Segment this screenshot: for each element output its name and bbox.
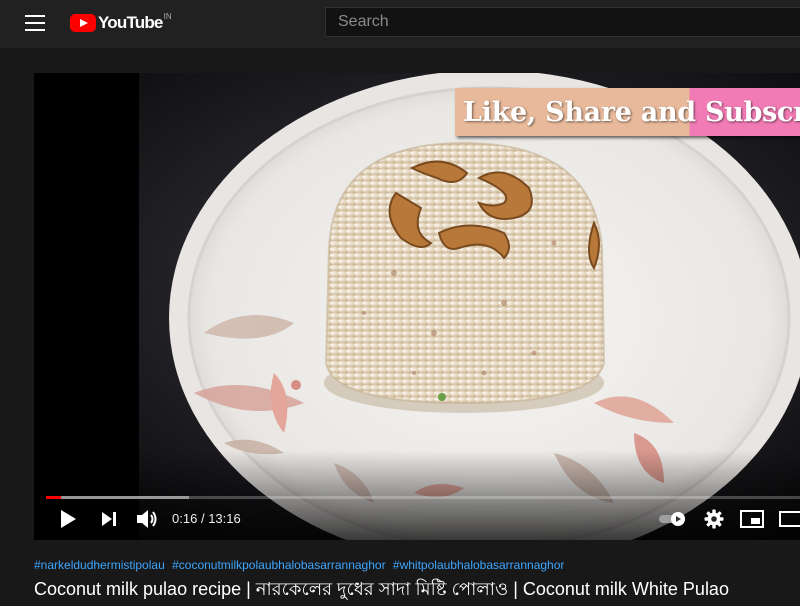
play-icon[interactable] [58,508,78,530]
progress-played [46,496,62,499]
hashtag-link[interactable]: #coconutmilkpolaubhalobasarrannaghor [172,558,385,572]
autoplay-toggle-icon[interactable] [658,511,688,527]
duration: 13:16 [208,511,241,526]
hashtag-link[interactable]: #whitpolaubhalobasarrannaghor [393,558,564,572]
search-input[interactable] [326,8,800,36]
theater-icon[interactable] [779,510,800,528]
volume-icon[interactable] [135,508,159,530]
time-display: 0:16 / 13:16 [172,511,241,526]
youtube-logo-icon [70,14,96,32]
hashtag-row: #narkeldudhermistipolau #coconutmilkpola… [34,558,568,572]
video-title: Coconut milk pulao recipe | নারকেলের দুধ… [34,579,729,599]
progress-bar[interactable] [46,496,800,499]
next-icon[interactable] [100,510,118,528]
time-separator: / [200,511,205,526]
progress-buffered [46,496,190,499]
menu-icon[interactable] [25,15,45,31]
video-player[interactable]: 0:16 / 13:16 [34,73,800,540]
logo-text: YouTube [98,13,163,32]
search-box[interactable] [325,7,800,37]
hashtag-link[interactable]: #narkeldudhermistipolau [34,558,165,572]
video-overlay-banner: Like, Share and Subscribe [455,88,800,136]
masthead: YouTube IN [0,0,800,48]
current-time: 0:16 [172,511,198,526]
overlay-text: Like, Share and Subscribe [463,96,800,128]
youtube-logo[interactable]: YouTube IN [70,12,172,34]
miniplayer-icon[interactable] [740,510,764,528]
settings-gear-icon[interactable] [704,509,724,529]
logo-country-code: IN [163,11,172,21]
